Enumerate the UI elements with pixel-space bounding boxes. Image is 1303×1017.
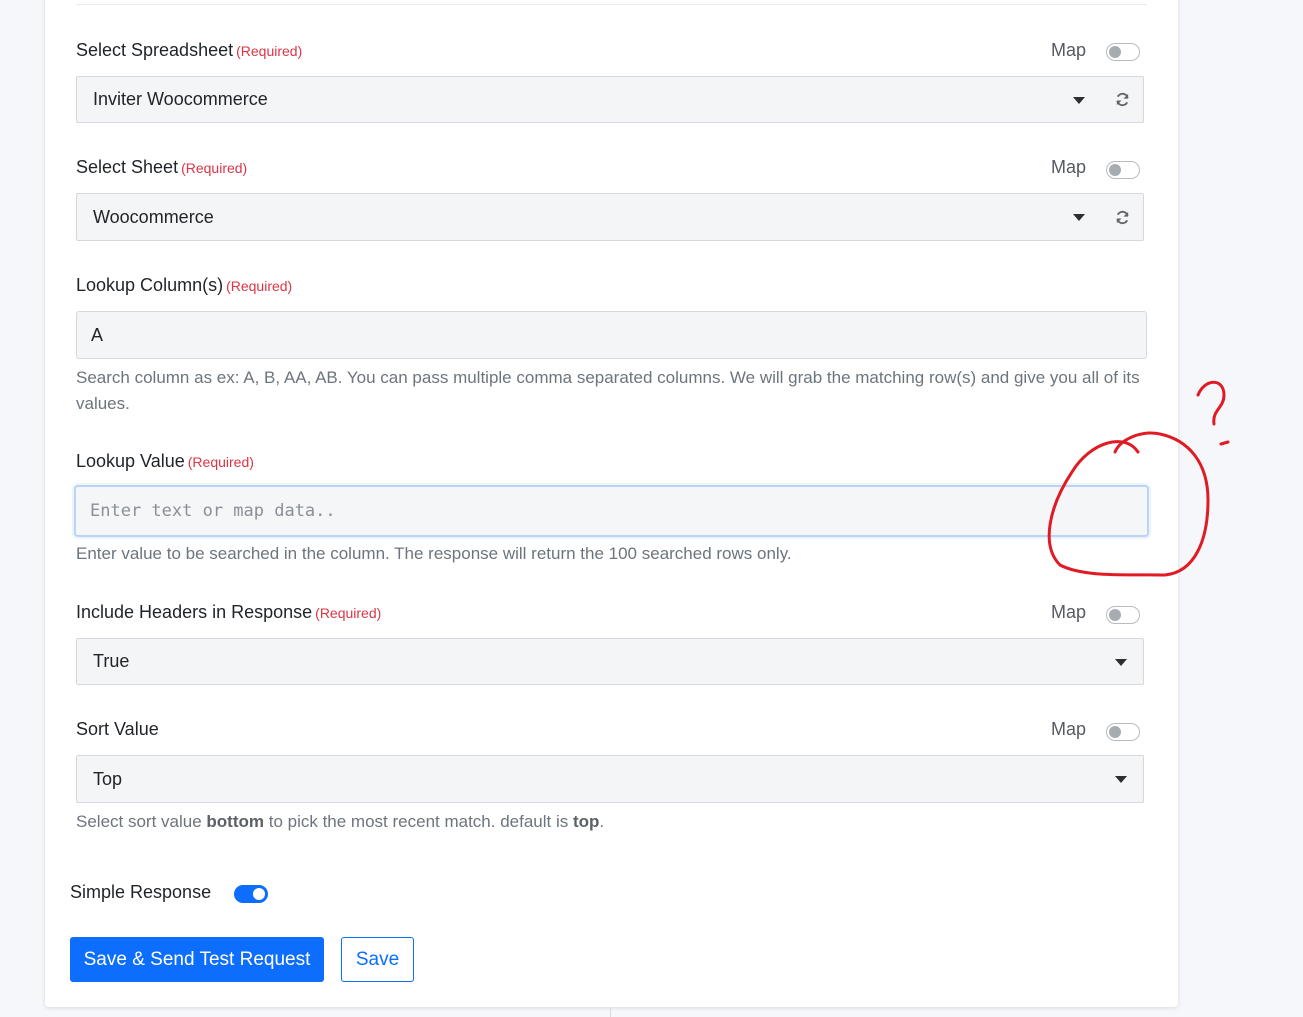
sort-value-map-label: Map [1051, 719, 1087, 739]
lookup-columns-label-text: Lookup Column(s) [76, 275, 224, 295]
lookup-value-help: Enter value to be searched in the column… [76, 544, 792, 563]
sheet-refresh-button[interactable] [1101, 193, 1144, 241]
sort-help-middle: to pick the most recent match. default i… [264, 812, 573, 831]
required-marker: (Required) [226, 278, 293, 294]
save-button[interactable]: Save [341, 937, 414, 982]
include-headers-map-label: Map [1051, 602, 1087, 622]
required-marker: (Required) [187, 454, 254, 470]
caret-down-icon [1115, 659, 1127, 666]
sheet-map-toggle[interactable] [1106, 161, 1140, 179]
simple-response-label: Simple Response [70, 882, 212, 902]
bottom-divider [610, 1008, 611, 1017]
spreadsheet-refresh-button[interactable] [1101, 76, 1144, 123]
sort-value-select[interactable]: Top [76, 755, 1144, 803]
include-headers-label-text: Include Headers in Response [76, 602, 313, 622]
lookup-columns-label: Lookup Column(s) (Required) [76, 275, 292, 296]
refresh-icon [1115, 92, 1129, 107]
spreadsheet-map-toggle[interactable] [1106, 43, 1140, 61]
sheet-label-text: Select Sheet [76, 157, 179, 177]
sheet-map-label: Map [1051, 157, 1087, 177]
refresh-icon [1115, 210, 1129, 224]
include-headers-label: Include Headers in Response (Required) [76, 602, 381, 623]
lookup-value-label: Lookup Value (Required) [76, 451, 254, 472]
save-send-test-button[interactable]: Save & Send Test Request [70, 937, 324, 982]
required-marker: (Required) [181, 160, 248, 176]
caret-down-icon [1073, 214, 1085, 221]
spreadsheet-select-value: Inviter Woocommerce [93, 89, 268, 109]
caret-down-icon [1073, 97, 1085, 104]
include-headers-select-value: True [93, 651, 130, 671]
spreadsheet-label: Select Spreadsheet (Required) [76, 40, 302, 61]
caret-down-icon [1115, 776, 1127, 783]
sort-help-prefix: Select sort value [76, 812, 207, 831]
lookup-value-input[interactable]: Enter text or map data.. [74, 485, 1149, 537]
sheet-select-value: Woocommerce [93, 206, 214, 227]
simple-response-toggle[interactable] [234, 885, 268, 903]
sort-help-suffix: . [599, 812, 605, 831]
top-divider [76, 4, 1147, 5]
sort-help-top: top [572, 812, 600, 831]
required-marker: (Required) [315, 605, 382, 621]
sheet-label: Select Sheet (Required) [76, 157, 247, 178]
spreadsheet-select[interactable]: Inviter Woocommerce [76, 76, 1102, 123]
sort-value-help: Select sort value bottom to pick the mos… [76, 809, 1146, 835]
lookup-columns-input[interactable]: A [76, 311, 1147, 359]
spreadsheet-label-text: Select Spreadsheet [76, 40, 234, 60]
sort-value-map-toggle[interactable] [1106, 723, 1140, 741]
sheet-select[interactable]: Woocommerce [76, 193, 1102, 241]
spreadsheet-map-label: Map [1051, 40, 1087, 60]
sort-value-select-value: Top [93, 768, 123, 789]
required-marker: (Required) [236, 43, 303, 59]
question-mark-icon [1196, 380, 1230, 446]
sort-value-label: Sort Value [76, 719, 159, 739]
lookup-columns-help: Search column as ex: A, B, AA, AB. You c… [76, 368, 1140, 413]
sort-help-bottom: bottom [206, 812, 264, 831]
lookup-columns-value: A [91, 324, 104, 345]
include-headers-map-toggle[interactable] [1106, 606, 1140, 624]
include-headers-select[interactable]: True [76, 638, 1144, 685]
lookup-value-placeholder: Enter text or map data.. [90, 501, 336, 521]
lookup-value-label-text: Lookup Value [76, 451, 185, 471]
